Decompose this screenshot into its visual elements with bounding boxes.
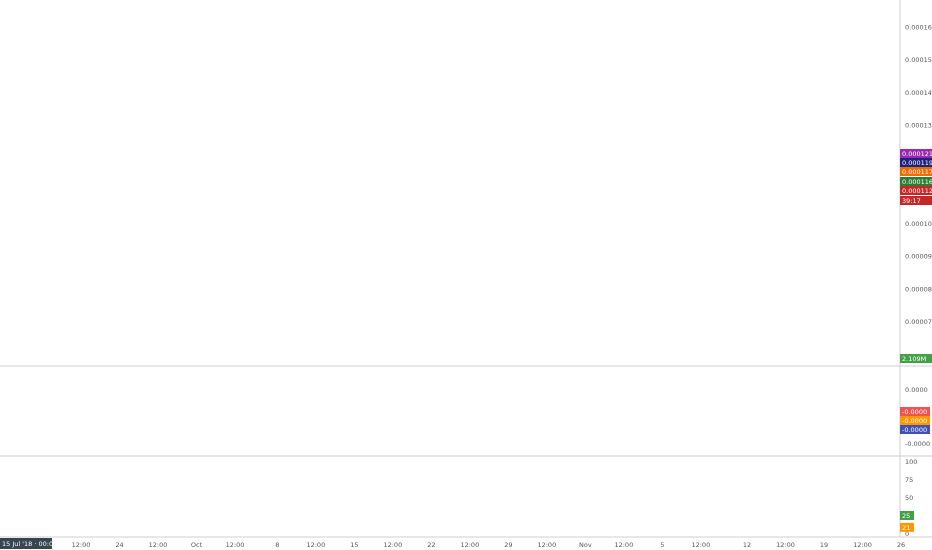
price-tag-text: 39:17 — [902, 197, 921, 205]
volume-tag-text: 2.109M — [902, 355, 926, 363]
rsi-axis-tick: 50 — [905, 494, 913, 502]
price-axis-tick: 0.00007000 — [905, 318, 932, 326]
price-tag-text: 0.00012129 — [902, 150, 932, 158]
time-axis-label: 12:00 — [226, 541, 245, 549]
price-axis-tick: 0.00010000 — [905, 220, 932, 228]
time-axis-label: 15 — [350, 541, 358, 549]
background — [0, 0, 932, 550]
time-axis-label: 12:00 — [537, 541, 556, 549]
macd-axis-tick: 0.0000 — [905, 386, 928, 394]
time-axis-label: 12:00 — [853, 541, 872, 549]
time-axis-label: 22 — [427, 541, 435, 549]
time-axis-label: 12:00 — [614, 541, 633, 549]
time-axis-label: Oct — [191, 541, 203, 549]
time-axis-label: 12:00 — [149, 541, 168, 549]
time-axis-label: 12:00 — [306, 541, 325, 549]
rsi-axis-tick: 100 — [905, 458, 917, 466]
macd-tag-text: -0.0000 — [902, 408, 927, 416]
time-axis-label: 12:00 — [383, 541, 402, 549]
price-tag-text: 0.00011698 — [902, 178, 932, 186]
time-axis-label: 19 — [820, 541, 828, 549]
rsi-tag-text: 25 — [902, 512, 910, 520]
trading-chart[interactable]: 2.272(0.00016109)2(0.00015053)1.618(0.00… — [0, 0, 932, 550]
price-tag-text: 0.00011756 — [902, 168, 932, 176]
time-axis-label: 26 — [897, 541, 905, 549]
time-axis-label: 12:00 — [72, 541, 91, 549]
rsi-axis-tick: 75 — [905, 476, 913, 484]
time-axis-label: 12:00 — [691, 541, 710, 549]
time-axis-label: 5 — [660, 541, 664, 549]
macd-axis-tick: -0.0000 — [905, 440, 930, 448]
time-axis-label: 12:00 — [460, 541, 479, 549]
macd-tag-text: -0.0000 — [902, 417, 927, 425]
time-axis-label: 24 — [115, 541, 123, 549]
price-axis-tick: 0.00015000 — [905, 56, 932, 64]
time-axis-label: 29 — [504, 541, 512, 549]
axes: 0.00016000 0.00015000 0.00014000 0.00013000… — [0, 0, 932, 550]
price-axis-tick: 0.00014000 — [905, 89, 932, 97]
price-axis-tick: 0.00008000 — [905, 285, 932, 293]
time-axis-label: 12:00 — [776, 541, 795, 549]
time-axis-label: 12 — [743, 541, 751, 549]
price-tag-text: 0.00011209 — [902, 187, 932, 195]
price-axis-tick: 0.00016000 — [905, 23, 932, 31]
time-axis-label: Nov — [579, 541, 592, 549]
time-axis-label: 8 — [275, 541, 279, 549]
rsi-tag-text: 21 — [902, 524, 910, 532]
time-axis-label: 15 Jul '18 · 00:00 — [2, 540, 57, 548]
price-axis-tick: 0.00013000 — [905, 122, 932, 130]
price-tag-text: 0.00011905 — [902, 159, 932, 167]
macd-tag-text: -0.0000 — [902, 426, 927, 434]
price-axis-tick: 0.00009000 — [905, 253, 932, 261]
